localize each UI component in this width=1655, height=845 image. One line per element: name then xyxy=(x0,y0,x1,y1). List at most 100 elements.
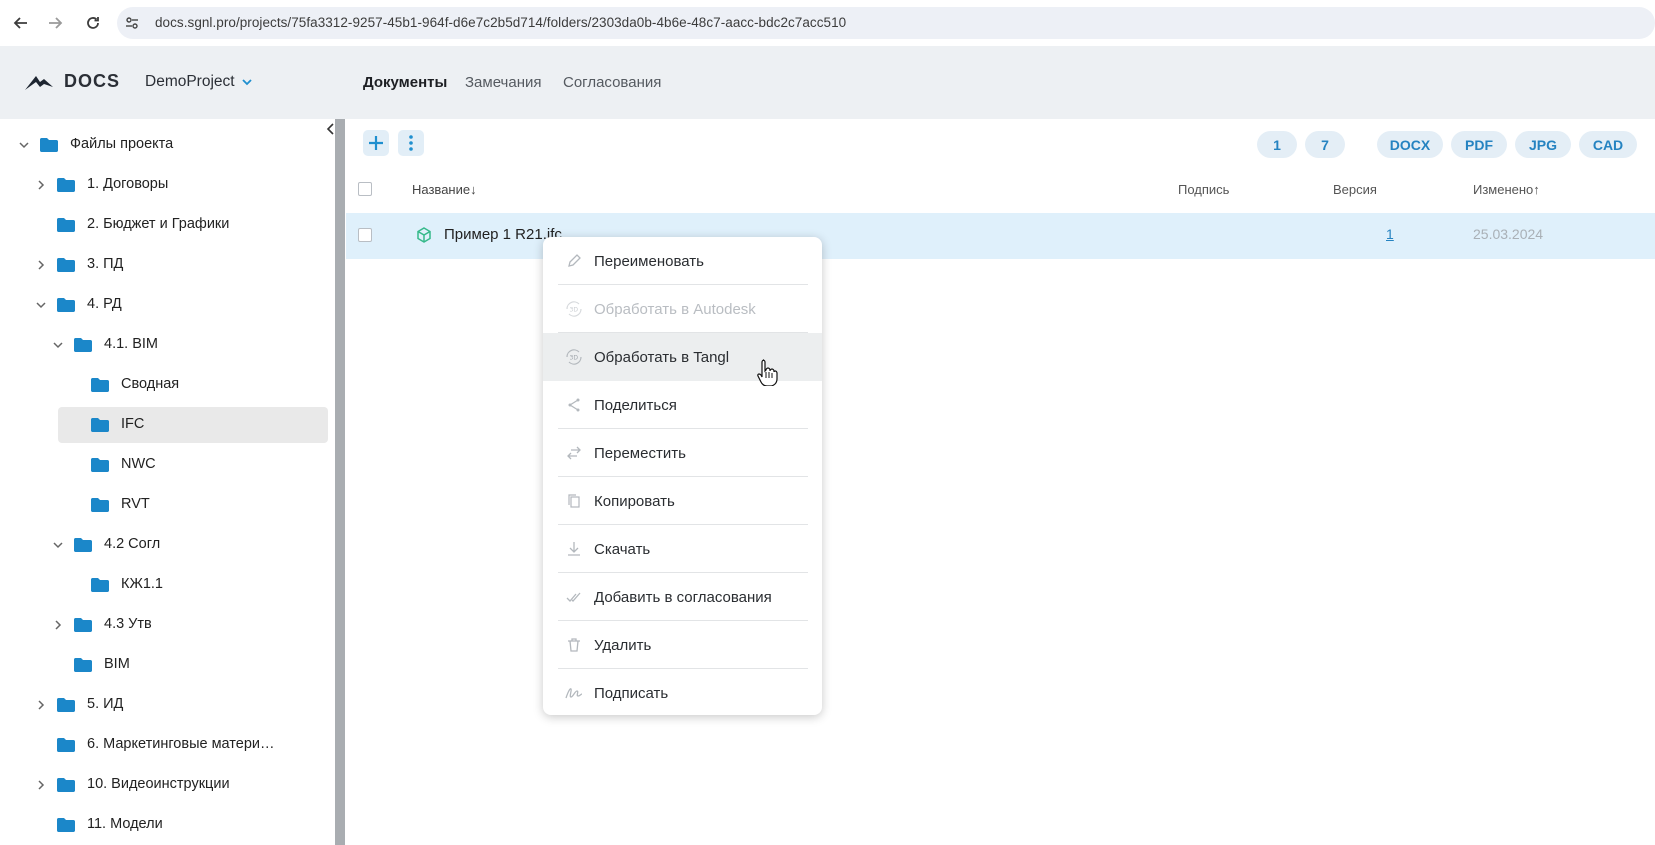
folder-icon xyxy=(57,698,75,712)
sidebar-item-id[interactable] xyxy=(0,687,330,723)
3d-rotate-icon: 3D xyxy=(564,299,584,319)
sidebar-item-label: 1. Договоры xyxy=(87,176,169,192)
chevron-right-icon[interactable] xyxy=(35,779,47,791)
sidebar-item-label: КЖ1.1 xyxy=(121,576,163,592)
menu-item-delete[interactable]: Удалить xyxy=(543,621,822,669)
forward-arrow-icon[interactable] xyxy=(44,12,66,34)
menu-label-sign: Подписать xyxy=(594,684,669,702)
column-modified[interactable]: Изменено↑ xyxy=(1473,182,1540,197)
address-bar[interactable]: docs.sgnl.pro/projects/75fa3312-9257-45b… xyxy=(117,7,1655,39)
menu-label-add-to-approvals: Добавить в согласования xyxy=(594,588,772,606)
menu-item-share[interactable]: Поделиться xyxy=(543,381,822,429)
menu-item-copy[interactable]: Копировать xyxy=(543,477,822,525)
context-menu: Переименовать 3D Обработать в Autodesk 3… xyxy=(543,237,822,715)
chevron-down-icon[interactable] xyxy=(35,299,47,311)
sidebar-item-bim[interactable] xyxy=(0,647,330,683)
back-arrow-icon[interactable] xyxy=(10,12,32,34)
menu-item-move[interactable]: Переместить xyxy=(543,429,822,477)
column-signature: Подпись xyxy=(1178,182,1230,197)
filter-pill-docx[interactable]: DOCX xyxy=(1377,131,1443,158)
folder-icon xyxy=(57,178,75,192)
folder-icon xyxy=(74,538,92,552)
chevron-right-icon[interactable] xyxy=(52,619,64,631)
menu-item-sign[interactable]: Подписать xyxy=(543,669,822,717)
folder-icon xyxy=(57,818,75,832)
menu-item-download[interactable]: Скачать xyxy=(543,525,822,573)
sidebar-scrollbar[interactable] xyxy=(335,119,345,845)
chevron-down-icon[interactable] xyxy=(52,339,64,351)
tab-approvals[interactable]: Согласования xyxy=(563,74,661,91)
column-name[interactable]: Название↓ xyxy=(412,182,477,197)
logo-text[interactable]: DOCS xyxy=(64,71,120,92)
folder-icon xyxy=(57,298,75,312)
sidebar-item-nwc[interactable] xyxy=(0,447,330,483)
sidebar-item-rd[interactable] xyxy=(0,287,330,323)
folder-icon xyxy=(40,138,58,152)
chevron-down-icon xyxy=(241,79,252,86)
add-button[interactable] xyxy=(363,130,389,156)
menu-label-process-autodesk: Обработать в Autodesk xyxy=(594,300,756,318)
double-check-icon xyxy=(564,587,584,607)
sidebar-item-rvt[interactable] xyxy=(0,487,330,523)
url-text[interactable]: docs.sgnl.pro/projects/75fa3312-9257-45b… xyxy=(155,15,846,30)
tab-documents[interactable]: Документы xyxy=(363,74,447,91)
sidebar-item-kzh11[interactable] xyxy=(0,567,330,603)
sidebar-item-sogl42[interactable] xyxy=(0,527,330,563)
chevron-right-icon[interactable] xyxy=(35,699,47,711)
sidebar-item-bim41[interactable] xyxy=(0,327,330,363)
3d-model-file-icon xyxy=(417,227,431,243)
plus-icon xyxy=(369,136,383,150)
chevron-down-icon[interactable] xyxy=(52,539,64,551)
file-version-link[interactable]: 1 xyxy=(1386,226,1394,242)
folder-icon xyxy=(91,578,109,592)
folder-icon xyxy=(57,258,75,272)
sidebar-item-pd[interactable] xyxy=(0,247,330,283)
project-selector[interactable]: DemoProject xyxy=(145,73,253,91)
tab-remarks[interactable]: Замечания xyxy=(465,74,542,91)
svg-text:3D: 3D xyxy=(570,355,579,362)
menu-item-rename[interactable]: Переименовать xyxy=(543,237,822,285)
more-options-button[interactable] xyxy=(398,130,424,156)
copy-icon xyxy=(564,491,584,511)
site-settings-icon[interactable] xyxy=(124,15,140,31)
folder-icon xyxy=(91,418,109,432)
docs-logo-icon[interactable] xyxy=(24,73,54,91)
sidebar-item-label: 2. Бюджет и Графики xyxy=(87,216,230,232)
kebab-menu-icon xyxy=(409,135,413,151)
filter-pill-cad[interactable]: CAD xyxy=(1579,131,1637,158)
sidebar-item-label: Сводная xyxy=(121,376,180,392)
sidebar-item-label: IFC xyxy=(121,416,145,432)
row-checkbox[interactable] xyxy=(358,228,372,242)
pencil-icon xyxy=(564,251,584,271)
filter-pill-jpg[interactable]: JPG xyxy=(1515,131,1571,158)
sidebar-item-label: 11. Модели xyxy=(87,816,163,832)
share-icon xyxy=(564,395,584,415)
sidebar-item-label: 10. Видеоинструкции xyxy=(87,776,230,792)
folder-icon xyxy=(74,338,92,352)
folder-icon xyxy=(91,458,109,472)
menu-item-process-autodesk: 3D Обработать в Autodesk xyxy=(543,285,822,333)
select-all-checkbox[interactable] xyxy=(358,182,372,196)
sidebar-item-label: NWC xyxy=(121,456,156,472)
hand-cursor-icon xyxy=(757,359,778,386)
filter-pill-pdf[interactable]: PDF xyxy=(1451,131,1507,158)
sidebar-item-label: 5. ИД xyxy=(87,696,124,712)
trash-icon xyxy=(564,635,584,655)
chevron-down-icon[interactable] xyxy=(18,139,30,151)
sidebar-item-utv43[interactable] xyxy=(0,607,330,643)
sidebar-item-models[interactable] xyxy=(0,807,330,843)
menu-label-download: Скачать xyxy=(594,540,651,558)
menu-item-add-to-approvals[interactable]: Добавить в согласования xyxy=(543,573,822,621)
filter-pill-1[interactable]: 1 xyxy=(1257,131,1297,158)
sidebar-item-label: 4.3 Утв xyxy=(104,616,152,632)
chevron-right-icon[interactable] xyxy=(35,259,47,271)
menu-label-move: Переместить xyxy=(594,444,686,462)
folder-icon xyxy=(57,738,75,752)
filter-pill-7[interactable]: 7 xyxy=(1305,131,1345,158)
column-version: Версия xyxy=(1333,182,1377,197)
app-header: DOCS DemoProject Документы Замечания Сог… xyxy=(0,46,1655,119)
reload-icon[interactable] xyxy=(82,12,104,34)
folder-icon xyxy=(74,618,92,632)
menu-item-process-tangl[interactable]: 3D Обработать в Tangl xyxy=(543,333,822,381)
chevron-right-icon[interactable] xyxy=(35,179,47,191)
